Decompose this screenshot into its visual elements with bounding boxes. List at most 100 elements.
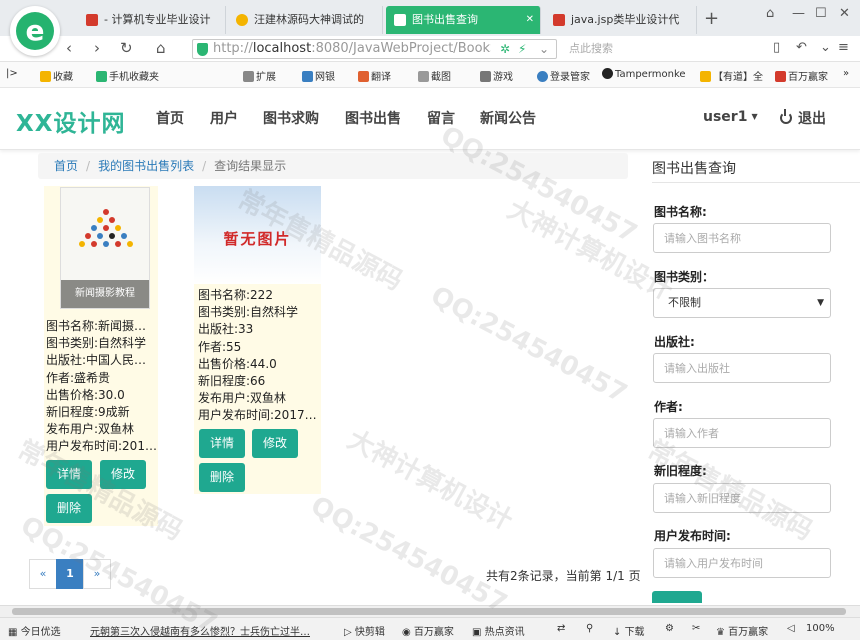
home-icon[interactable]: ⌂ [156,39,166,57]
url-field[interactable]: http://localhost:8080/JavaWebProject/Boo… [192,39,557,59]
nav-messages[interactable]: 留言 [427,108,455,128]
close-tab-icon[interactable]: ✕ [526,6,534,34]
browser-tab-2[interactable]: 汪建林源码大神调试的 [228,6,383,34]
page-number-button[interactable]: 1 [56,559,84,589]
statusbar-label: 今日优选 [20,627,61,638]
settings-icon[interactable]: ✲ [500,42,510,56]
search-placeholder: 点此搜索 [569,42,613,55]
watermark-text: 大神计算机设计 [342,424,518,537]
menu-icon[interactable]: ≡ [838,40,849,55]
detail-button[interactable]: 详情 [46,460,92,489]
condition-field[interactable] [653,483,831,513]
undo-icon[interactable]: ↶ [796,40,807,55]
edit-button[interactable]: 修改 [100,460,146,489]
bookmark-item[interactable]: 截图 [418,68,451,83]
pagination: « 1 » [29,559,111,589]
tools-icon[interactable]: ⚙ [665,623,674,634]
bookmark-item[interactable]: 游戏 [480,68,513,83]
statusbar-item[interactable]: ◉ 百万赢家 [402,623,454,638]
scrollbar-thumb[interactable] [12,608,846,615]
browser-tab-4[interactable]: java.jsp类毕业设计代 [545,6,697,34]
logout-button[interactable]: 退出 [780,108,826,128]
dropdown-icon[interactable]: ⌄ [539,42,549,56]
bookmark-item[interactable]: 手机收藏夹 [96,68,159,83]
publisher-field[interactable] [653,353,831,383]
bookmark-label: 扩展 [256,72,276,83]
tab-label: java.jsp类毕业设计代 [571,13,680,26]
bookmark-item[interactable]: 百万赢家 [775,68,828,83]
query-button[interactable] [652,591,702,603]
close-window-icon[interactable]: ✕ [839,6,850,21]
nav-users[interactable]: 用户 [210,108,238,128]
sound-icon[interactable]: ◁ [787,623,795,634]
book-category: 图书类别:自然科学 [46,336,147,351]
browser-logo[interactable]: e [10,6,60,56]
reload-icon[interactable]: ↻ [120,39,133,57]
cut-icon[interactable]: ✂ [692,623,700,634]
publish-time-field[interactable] [653,548,831,578]
bookmark-item[interactable]: 扩展 [243,68,276,83]
sidebar-toggle-icon[interactable]: |> [6,68,18,79]
page-prev-button[interactable]: « [29,559,57,589]
user-name: user1 [703,109,748,125]
minimize-icon[interactable]: — [792,6,805,21]
book-seller: 发布用户:双鱼林 [198,391,287,406]
bookmark-item[interactable]: 翻译 [358,68,391,83]
bookmark-item[interactable]: 收藏 [40,68,73,83]
horizontal-scrollbar[interactable] [0,605,860,617]
forward-icon[interactable]: › [94,39,100,57]
author-field[interactable] [653,418,831,448]
bookmark-label: 游戏 [493,72,513,83]
detail-button[interactable]: 详情 [199,429,245,458]
breadcrumb-list[interactable]: 我的图书出售列表 [98,159,194,173]
translate-icon [358,71,369,82]
statusbar-item[interactable]: ▷ 快剪辑 [344,623,385,638]
nav-book-sale[interactable]: 图书出售 [345,108,401,128]
book-cover-image[interactable]: 暂无图片 [194,186,321,284]
pin-icon[interactable]: ⚲ [586,623,593,634]
statusbar-item[interactable]: ↓ 下载 [613,623,645,638]
nav-book-wanted[interactable]: 图书求购 [263,108,319,128]
book-name-field[interactable] [653,223,831,253]
back-icon[interactable]: ‹ [66,39,72,57]
phone-icon [96,71,107,82]
share-icon[interactable]: ⇄ [557,623,565,634]
book-cover-image[interactable]: 新闻摄影教程 [60,187,150,309]
lightning-icon[interactable]: ⚡ [518,42,526,56]
user-menu[interactable]: user1 ▼ [703,109,758,125]
delete-button[interactable]: 删除 [199,463,245,492]
nav-home[interactable]: 首页 [156,108,184,128]
new-tab-icon[interactable]: + [704,8,719,29]
statusbar-item[interactable]: ♛ 百万赢家 [716,623,768,638]
book-category-select[interactable]: 不限制 ▼ [653,288,831,318]
news-link[interactable]: 元朝第三次入侵越南有多么惨烈？士兵伤亡过半… [90,623,332,638]
chevron-down-icon[interactable]: ⌄ [820,40,831,55]
statusbar-item[interactable]: ▦ 今日优选 [8,623,61,638]
zoom-level[interactable]: 100% [806,623,835,634]
bookmark-item[interactable]: 【有道】全 [700,68,763,83]
book-name: 图书名称:新闻摄影… [46,319,158,333]
more-bookmarks-icon[interactable]: » [843,68,849,79]
book-name: 图书名称:222 [198,288,273,302]
edit-button[interactable]: 修改 [252,429,298,458]
phone-icon[interactable]: ▯ [773,40,780,55]
bookmark-item[interactable]: 网银 [302,68,335,83]
delete-button[interactable]: 删除 [46,494,92,523]
statusbar-item[interactable]: ▣ 热点资讯 [472,623,525,638]
nav-news[interactable]: 新闻公告 [480,108,536,128]
breadcrumb-home[interactable]: 首页 [54,159,78,173]
brand-logo[interactable]: XX设计网 [16,104,125,138]
shirt-icon[interactable]: ⌂ [766,6,774,21]
maximize-icon[interactable]: ☐ [815,6,827,21]
page-next-button[interactable]: » [83,559,111,589]
browser-tab-active[interactable]: 图书出售查询 ✕ [386,6,541,34]
browser-tab-1[interactable]: - 计算机专业毕业设计 [78,6,226,34]
book-category-label: 图书类别： [654,270,715,284]
page-icon [394,14,406,26]
bookmark-item[interactable]: Tampermonke [602,68,686,80]
bookmark-item[interactable]: 登录管家 [537,68,590,83]
search-input[interactable]: 点此搜索 [563,39,763,59]
browser-statusbar: ▦ 今日优选 元朝第三次入侵越南有多么惨烈？士兵伤亡过半… ▷ 快剪辑 ◉ 百万… [0,617,860,640]
book-author: 作者:盛希贵 [46,370,111,385]
search-icon [537,71,548,82]
